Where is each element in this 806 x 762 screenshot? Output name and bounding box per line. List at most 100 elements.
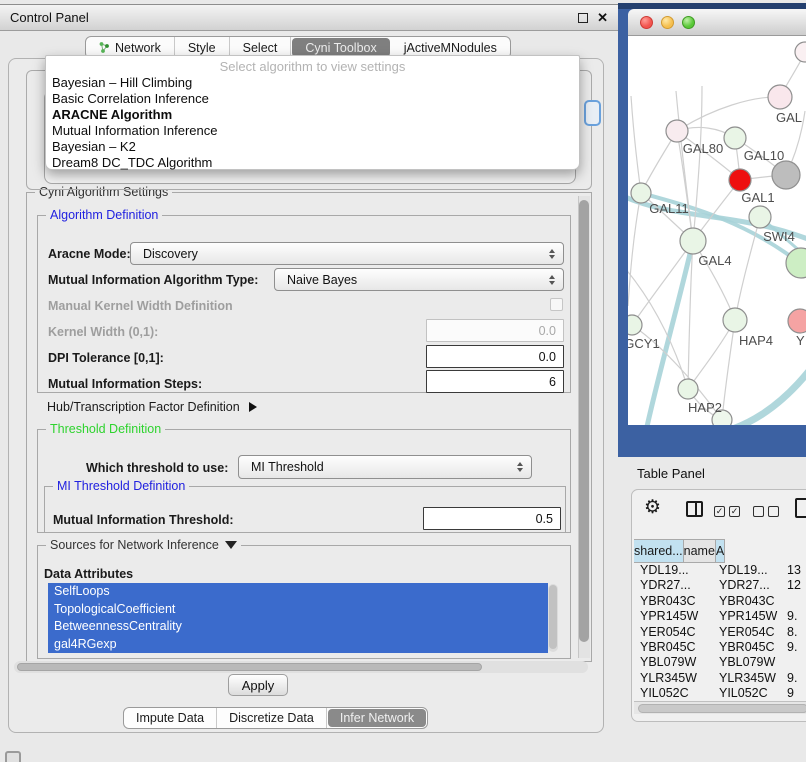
network-node-salmon[interactable] bbox=[788, 309, 806, 333]
hide-all-columns-icon[interactable] bbox=[753, 506, 779, 517]
network-node-label: GAL10 bbox=[744, 148, 784, 163]
close-traffic-icon[interactable] bbox=[640, 16, 653, 29]
network-node-top-partial[interactable] bbox=[795, 42, 806, 62]
cell-shared-name: YBL079W bbox=[634, 655, 713, 670]
table-row[interactable]: YBL079W YBL079W bbox=[634, 655, 806, 670]
settings-hscrollbar-thumb[interactable] bbox=[17, 663, 482, 671]
network-node-label: GAL11 bbox=[649, 201, 689, 216]
dock-corner-icon[interactable] bbox=[5, 751, 21, 762]
attribute-list-item[interactable]: SelfLoops bbox=[48, 583, 548, 601]
table-header-cell[interactable]: A bbox=[716, 539, 725, 563]
mi-type-select[interactable]: Naive Bayes bbox=[274, 268, 564, 291]
attribute-list-item[interactable]: gal4RGexp bbox=[48, 636, 548, 654]
table-row[interactable]: YIL052C YIL052C 9 bbox=[634, 686, 806, 701]
network-node-label: SWI4 bbox=[763, 229, 795, 244]
table-row[interactable]: YPR145W YPR145W 9. bbox=[634, 609, 806, 624]
bottom-tab[interactable]: Impute Data bbox=[124, 708, 217, 728]
kernel-width-label: Kernel Width (0,1): bbox=[48, 325, 158, 339]
table-hscrollbar-track[interactable] bbox=[634, 701, 806, 714]
tab-label: Style bbox=[188, 41, 216, 55]
expand-right-icon bbox=[249, 402, 257, 412]
table-panel-title: Table Panel bbox=[637, 466, 705, 481]
table-row[interactable]: YER054C YER054C 8. bbox=[634, 625, 806, 640]
table-hscrollbar-thumb[interactable] bbox=[638, 704, 806, 713]
bottom-tab[interactable]: Infer Network bbox=[328, 709, 426, 727]
network-window: GALGAL80GAL10GAL1GAL11SWI4GAL4HAP4YGCY1H… bbox=[628, 9, 806, 425]
close-icon[interactable]: ✕ bbox=[597, 13, 608, 23]
cell-shared-name: YIL052C bbox=[634, 686, 713, 701]
manual-kernel-checkbox[interactable] bbox=[550, 298, 563, 311]
panel-title: Control Panel bbox=[10, 10, 89, 25]
settings-scrollbar-thumb[interactable] bbox=[579, 200, 589, 642]
dropdown-item[interactable]: ARACNE Algorithm bbox=[46, 107, 579, 123]
bottom-tab[interactable]: Discretize Data bbox=[217, 708, 327, 728]
table-file-icon[interactable] bbox=[795, 498, 806, 518]
aracne-mode-select[interactable]: Discovery bbox=[130, 242, 564, 265]
network-node-gal10[interactable] bbox=[724, 127, 746, 149]
apply-button[interactable]: Apply bbox=[228, 674, 288, 696]
combo-focus-remnant[interactable] bbox=[584, 100, 601, 126]
network-node-gal11[interactable] bbox=[631, 183, 651, 203]
network-node-gray[interactable] bbox=[772, 161, 800, 189]
table-row[interactable]: YBR045C YBR045C 9. bbox=[634, 640, 806, 655]
bottom-tab-label: Infer Network bbox=[340, 711, 414, 725]
network-node-swi4[interactable] bbox=[749, 206, 771, 228]
which-threshold-select[interactable]: MI Threshold bbox=[238, 455, 532, 479]
sources-group-label[interactable]: Sources for Network Inference bbox=[46, 538, 241, 552]
network-window-titlebar[interactable] bbox=[628, 9, 806, 36]
network-node-gal4[interactable] bbox=[680, 228, 706, 254]
dropdown-item[interactable]: Mutual Information Inference bbox=[46, 123, 579, 139]
cell-shared-name: YLR345W bbox=[634, 671, 713, 686]
mi-threshold-label: Mutual Information Threshold: bbox=[53, 513, 234, 527]
kernel-width-input[interactable] bbox=[426, 319, 564, 342]
combo-arrows-icon bbox=[549, 275, 563, 285]
table-row[interactable]: YDR27... YDR27... 12 bbox=[634, 578, 806, 593]
network-node-label: GAL4 bbox=[698, 253, 731, 268]
minimize-traffic-icon[interactable] bbox=[661, 16, 674, 29]
attributes-scrollbar[interactable] bbox=[548, 584, 558, 652]
table-settings-gear-icon[interactable]: ⚙ bbox=[644, 498, 661, 518]
float-window-icon[interactable] bbox=[578, 13, 588, 23]
dropdown-item[interactable]: Bayesian – K2 bbox=[46, 139, 579, 155]
table-row[interactable]: YLR345W YLR345W 9. bbox=[634, 671, 806, 686]
network-node-gal-pink[interactable] bbox=[768, 85, 792, 109]
cell-value: 9 bbox=[781, 686, 806, 701]
control-panel-titlebar[interactable]: Control Panel ✕ bbox=[0, 4, 618, 31]
table-row[interactable]: YDL19... YDL19... 13 bbox=[634, 563, 806, 578]
table-row[interactable]: YBR043C YBR043C bbox=[634, 594, 806, 609]
cell-shared-name: YDL19... bbox=[634, 563, 713, 578]
network-canvas[interactable]: GALGAL80GAL10GAL1GAL11SWI4GAL4HAP4YGCY1H… bbox=[628, 36, 806, 425]
network-node-hap4[interactable] bbox=[723, 308, 747, 332]
network-node-label: HAP2 bbox=[688, 400, 722, 415]
window-buttons: ✕ bbox=[578, 13, 608, 23]
dropdown-item[interactable]: Dream8 DC_TDC Algorithm bbox=[46, 155, 579, 171]
network-node-hap2[interactable] bbox=[678, 379, 698, 399]
attribute-list-item[interactable]: BetweennessCentrality bbox=[48, 618, 548, 636]
mi-steps-input[interactable] bbox=[426, 370, 564, 393]
cell-name: YER054C bbox=[713, 625, 781, 640]
network-node-big-green[interactable] bbox=[786, 248, 806, 278]
table-header-cell[interactable]: name bbox=[684, 539, 716, 563]
show-all-columns-icon[interactable]: ✓ ✓ bbox=[714, 506, 740, 517]
cell-value: 13 bbox=[781, 563, 806, 578]
which-threshold-label: Which threshold to use: bbox=[86, 461, 228, 475]
dropdown-item[interactable]: Bayesian – Hill Climbing bbox=[46, 75, 579, 91]
network-node-gcy1[interactable] bbox=[628, 315, 642, 335]
network-node-gal80[interactable] bbox=[666, 120, 688, 142]
cell-value: 8. bbox=[781, 625, 806, 640]
hub-definition-toggle[interactable]: Hub/Transcription Factor Definition bbox=[47, 400, 257, 414]
dpi-tolerance-input[interactable] bbox=[426, 345, 564, 368]
tab-label: Network bbox=[115, 41, 161, 55]
column-layout-icon[interactable] bbox=[686, 501, 703, 517]
cyni-settings-group: Cyni Algorithm Settings Algorithm Defini… bbox=[26, 192, 592, 662]
cell-value: 9. bbox=[781, 609, 806, 624]
zoom-traffic-icon[interactable] bbox=[682, 16, 695, 29]
attribute-list-item[interactable]: TopologicalCoefficient bbox=[48, 601, 548, 619]
dropdown-item[interactable]: Basic Correlation Inference bbox=[46, 91, 579, 107]
attributes-scrollbar-thumb[interactable] bbox=[549, 585, 557, 649]
sources-group: Sources for Network Inference Data Attri… bbox=[37, 545, 571, 659]
mi-threshold-input[interactable] bbox=[423, 507, 561, 530]
algorithm-dropdown: Select algorithm to view settings Bayesi… bbox=[45, 55, 580, 170]
table-header-cell[interactable]: shared... bbox=[634, 539, 684, 563]
network-node-gal1[interactable] bbox=[729, 169, 751, 191]
